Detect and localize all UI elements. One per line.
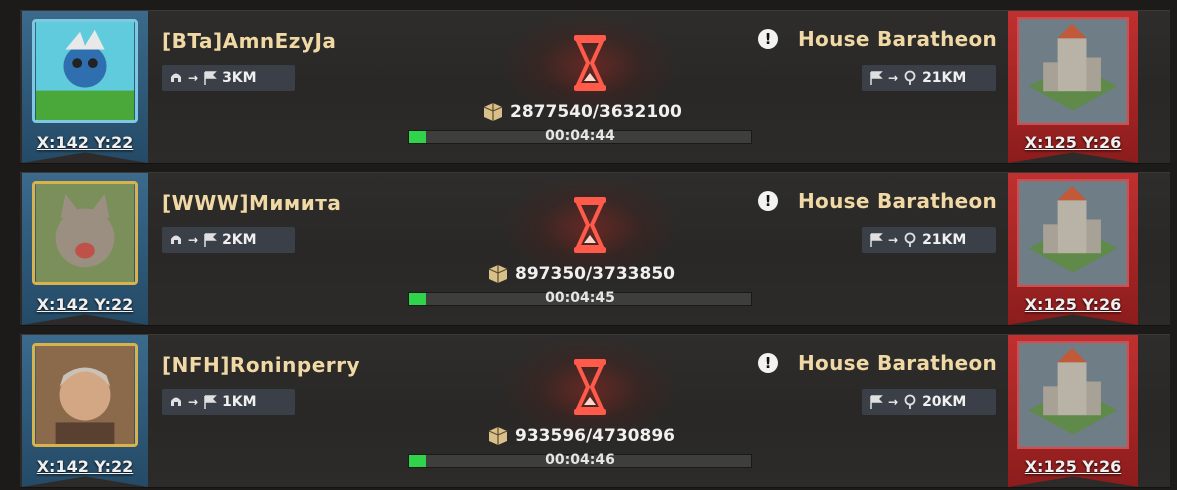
resource-cube-icon [483,103,503,121]
resource-line: 2877540/3632100 [482,101,682,123]
target-banner[interactable]: X:125 Y:26 [1008,173,1138,325]
flag-icon [870,233,883,247]
target-coords[interactable]: X:125 Y:26 [1008,457,1138,476]
player-name: [BTa]AmnEzyJa [162,29,337,53]
player-banner[interactable]: X:142 Y:22 [22,173,148,325]
resource-value: 897350/3733850 [515,264,675,284]
player-avatar[interactable] [32,19,138,123]
castle-icon [1017,179,1129,287]
target-banner[interactable]: X:125 Y:26 [1008,11,1138,163]
flag-icon [870,71,883,85]
resource-value: 2877540/3632100 [510,102,682,122]
resource-cube-icon [488,265,508,283]
avatar-cat-icon [36,184,134,282]
target-distance: → 20KM [862,389,996,415]
player-avatar[interactable] [32,343,138,447]
helmet-icon [171,397,181,406]
march-distance: → 1KM [162,389,295,415]
hourglass-icon [574,359,606,415]
map-pin-icon [904,70,916,85]
hourglass-icon [574,35,606,91]
flag-icon [204,233,217,247]
player-avatar[interactable] [32,181,138,285]
target-name: House Baratheon [798,27,998,51]
march-distance: → 2KM [162,227,295,253]
flag-icon [204,395,217,409]
target-distance: → 21KM [862,65,996,91]
target-distance-value: 20KM [922,394,967,410]
map-pin-icon [904,394,916,409]
march-timer: 00:04:45 [545,290,615,306]
alert-icon[interactable]: ! [758,29,778,49]
flag-icon [204,71,217,85]
resource-line: 897350/3733850 [487,263,675,285]
march-distance: → 3KM [162,65,295,91]
avatar-portrait-icon [36,346,134,444]
player-banner[interactable]: X:142 Y:22 [22,335,148,487]
target-name: House Baratheon [798,351,998,375]
avatar-cyan-icon [36,22,134,120]
resource-cube-icon [488,427,508,445]
resource-line: 933596/4730896 [487,425,675,447]
helmet-icon [171,235,181,244]
map-pin-icon [904,232,916,247]
march-distance-value: 1KM [222,394,257,410]
target-distance: → 21KM [862,227,996,253]
march-row[interactable]: X:142 Y:22 [BTa]AmnEzyJa → 3KM 2877540/3… [20,10,1170,164]
hourglass-icon [574,197,606,253]
target-banner[interactable]: X:125 Y:26 [1008,335,1138,487]
player-name: [WWW]Мимита [162,191,342,215]
resource-value: 933596/4730896 [515,426,675,446]
march-timer: 00:04:44 [545,128,615,144]
castle-icon [1017,341,1129,449]
castle-icon [1017,17,1129,125]
player-coords[interactable]: X:142 Y:22 [22,295,148,314]
march-row[interactable]: X:142 Y:22 [WWW]Мимита → 2KM 897350/3733… [20,172,1170,326]
helmet-icon [171,73,181,82]
march-timer: 00:04:46 [545,452,615,468]
march-row[interactable]: X:142 Y:22 [NFH]Roninperry → 1KM 933596/… [20,334,1170,488]
target-distance-value: 21KM [922,232,967,248]
target-coords[interactable]: X:125 Y:26 [1008,133,1138,152]
march-distance-value: 2KM [222,232,257,248]
march-distance-value: 3KM [222,70,257,86]
target-coords[interactable]: X:125 Y:26 [1008,295,1138,314]
player-coords[interactable]: X:142 Y:22 [22,457,148,476]
alert-icon[interactable]: ! [758,353,778,373]
target-distance-value: 21KM [922,70,967,86]
player-coords[interactable]: X:142 Y:22 [22,133,148,152]
flag-icon [870,395,883,409]
alert-icon[interactable]: ! [758,191,778,211]
player-name: [NFH]Roninperry [162,353,361,377]
player-banner[interactable]: X:142 Y:22 [22,11,148,163]
target-name: House Baratheon [798,189,998,213]
